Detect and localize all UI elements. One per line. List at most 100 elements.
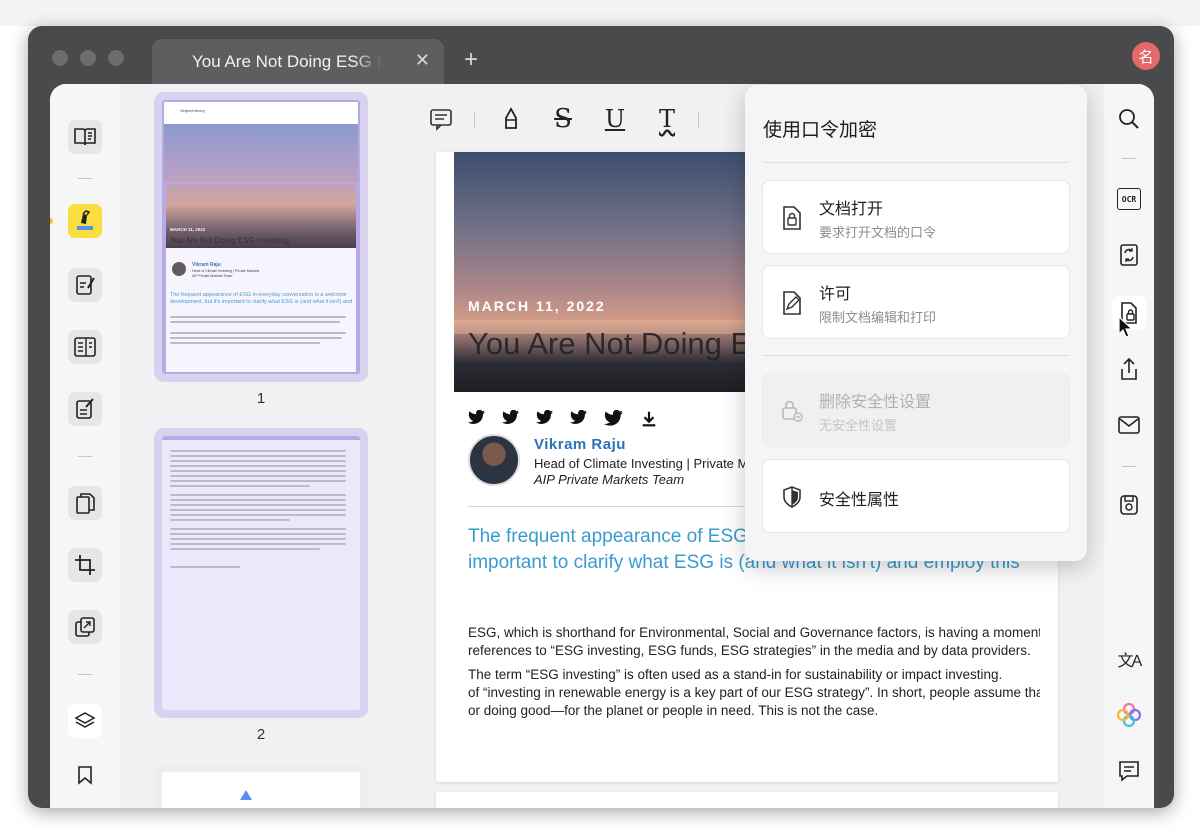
toolbar-divider	[78, 456, 92, 457]
shield-icon	[779, 484, 805, 510]
thumb-text-line	[170, 509, 346, 511]
thumb-text-line	[170, 519, 290, 521]
remove-security-option: 删除安全性设置 无安全性设置	[762, 373, 1070, 447]
strikethrough-icon[interactable]: S	[546, 102, 580, 136]
title-bar: You Are Not Doing ESG Investing ✕ + 名	[28, 26, 1174, 84]
thumb-text-line	[170, 460, 346, 462]
ocr-label: OCR	[1117, 188, 1141, 210]
zoom-window-button[interactable]	[108, 50, 124, 66]
thumb-text-line	[170, 450, 346, 452]
thumbnail-page-1[interactable]: VirtpectVentry MARCH 11, 2022 You Are No…	[154, 92, 368, 382]
desktop-background	[0, 0, 1200, 26]
pdf-page-2	[436, 792, 1058, 808]
twitter-icon[interactable]	[570, 410, 588, 426]
thumb-viewport-indicator[interactable]	[164, 182, 358, 372]
thumb-text-line	[170, 455, 346, 457]
crop-icon[interactable]	[68, 548, 102, 582]
layers-icon[interactable]	[68, 704, 102, 738]
right-toolbar: OCR 文A	[1104, 84, 1154, 808]
search-icon[interactable]	[1112, 102, 1146, 136]
option-sublabel: 限制文档编辑和打印	[819, 310, 937, 325]
new-tab-button[interactable]: +	[464, 46, 478, 74]
author-team: AIP Private Markets Team	[534, 472, 685, 487]
body-paragraph-1: ESG, which is shorthand for Environmenta…	[468, 624, 1040, 660]
ocr-icon[interactable]: OCR	[1112, 182, 1146, 216]
thumb-text-line	[170, 533, 346, 535]
translate-icon[interactable]: 文A	[1112, 642, 1146, 676]
tab-title: You Are Not Doing ESG Investing	[192, 51, 382, 71]
twitter-icon[interactable]	[502, 410, 520, 426]
download-icon[interactable]	[640, 410, 658, 428]
option-sublabel: 无安全性设置	[819, 418, 898, 433]
thumb-text-line	[170, 504, 346, 506]
left-toolbar	[50, 84, 120, 808]
email-icon[interactable]	[1112, 408, 1146, 442]
squiggly-icon[interactable]: T	[650, 102, 684, 136]
article-date: MARCH 11, 2022	[468, 298, 606, 314]
password-security-popover: 使用口令加密 文档打开 要求打开文档的口令 许可 限制文档编辑和打印 删除安全性…	[745, 85, 1087, 561]
save-icon[interactable]	[1112, 488, 1146, 522]
thumb-text-line	[170, 528, 346, 530]
convert-icon[interactable]	[68, 610, 102, 644]
permissions-option[interactable]: 许可 限制文档编辑和打印	[762, 265, 1070, 339]
body-line: of “investing in renewable energy is a k…	[468, 685, 1040, 700]
open-password-option[interactable]: 文档打开 要求打开文档的口令	[762, 180, 1070, 254]
thumb-text-line	[170, 494, 346, 496]
convert-icon[interactable]	[1112, 238, 1146, 272]
body-paragraph-2: The term “ESG investing” is often used a…	[468, 666, 1040, 720]
toolbar-divider	[698, 112, 699, 128]
page-layout-icon[interactable]	[68, 330, 102, 364]
thumb-page-border	[162, 436, 360, 440]
comments-list-icon[interactable]	[1112, 754, 1146, 788]
edit-pdf-icon[interactable]	[68, 268, 102, 302]
thumb-text-line	[170, 480, 346, 482]
body-line: or doing good—for the planet or people i…	[468, 703, 879, 718]
thumb-text-line	[170, 548, 320, 550]
thumb-text-line	[170, 514, 346, 516]
highlighter-icon[interactable]	[494, 102, 528, 136]
document-tab[interactable]: You Are Not Doing ESG Investing ✕	[152, 39, 444, 84]
thumb-text-line	[170, 538, 346, 540]
thumbnail-page-number: 1	[256, 390, 266, 407]
form-icon[interactable]	[68, 392, 102, 426]
author-name: Vikram Raju	[534, 436, 626, 453]
bookmark-icon[interactable]	[68, 758, 102, 792]
thumb-brand: VirtpectVentry	[180, 108, 205, 113]
security-properties-option[interactable]: 安全性属性	[762, 459, 1070, 533]
option-sublabel: 要求打开文档的口令	[819, 225, 937, 240]
organize-pages-icon[interactable]	[68, 486, 102, 520]
thumb-text-line	[170, 470, 346, 472]
reader-icon[interactable]	[68, 120, 102, 154]
comment-highlighter-icon[interactable]	[68, 204, 102, 238]
thumb-text-line	[170, 485, 310, 487]
body-line: ESG, which is shorthand for Environmenta…	[468, 625, 1040, 640]
thumbnail-page-3[interactable]	[154, 764, 368, 808]
user-avatar[interactable]: 名	[1132, 42, 1160, 70]
option-label: 安全性属性	[819, 492, 900, 509]
toolbar-divider	[78, 674, 92, 675]
minimize-window-button[interactable]	[80, 50, 96, 66]
remove-security-icon	[779, 398, 805, 424]
thumbnail-page-number: 2	[256, 726, 266, 743]
comment-icon[interactable]	[424, 102, 458, 136]
twitter-icon[interactable]	[536, 410, 554, 426]
underline-icon[interactable]: U	[598, 102, 632, 136]
toolbar-divider	[1122, 158, 1136, 159]
thumbnail-panel: VirtpectVentry MARCH 11, 2022 You Are No…	[120, 84, 402, 808]
twitter-icon[interactable]	[468, 410, 486, 426]
thumb-text-line	[170, 465, 346, 467]
popover-divider	[763, 162, 1069, 163]
author-avatar	[468, 434, 520, 486]
toolbar-divider	[78, 178, 92, 179]
close-window-button[interactable]	[52, 50, 68, 66]
thumbnail-page-2[interactable]	[154, 428, 368, 718]
thumb-text-line	[170, 475, 346, 477]
toolbar-divider	[1122, 466, 1136, 467]
share-icon[interactable]	[1112, 352, 1146, 386]
ai-assistant-icon[interactable]	[1112, 698, 1146, 732]
option-label: 删除安全性设置	[819, 394, 932, 411]
body-line: references to “ESG investing, ESG funds,…	[468, 643, 1031, 658]
tab-close-icon[interactable]: ✕	[415, 50, 430, 71]
thumb-text-line	[170, 499, 346, 501]
twitter-icon[interactable]	[604, 410, 624, 428]
